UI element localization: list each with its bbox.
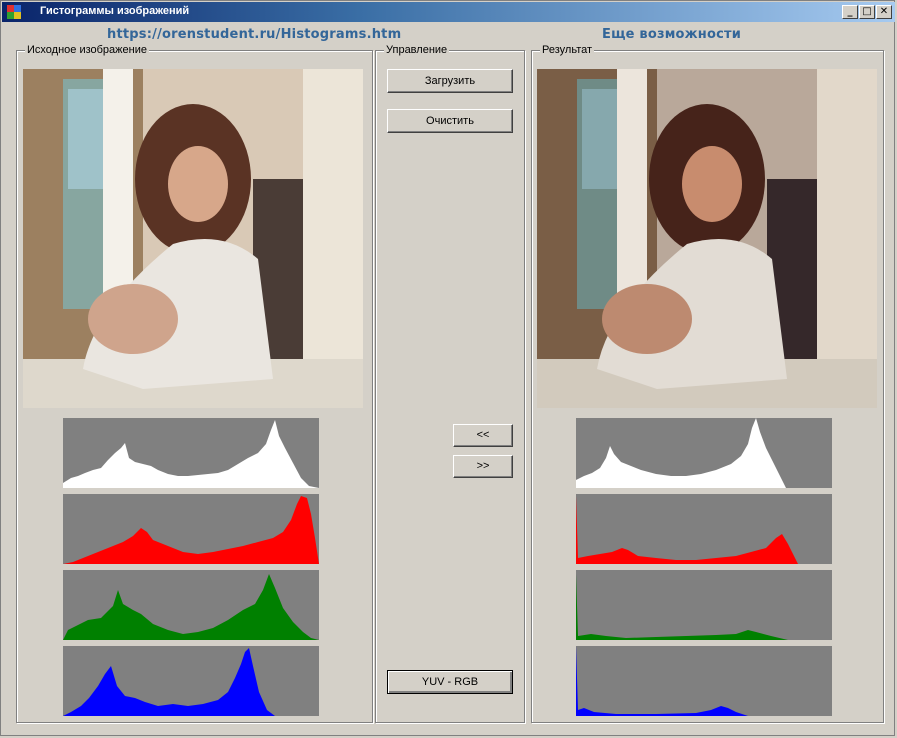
load-button[interactable]: Загрузить — [387, 69, 513, 93]
source-green-histogram — [63, 570, 319, 640]
app-icon — [6, 4, 22, 20]
close-icon: ✕ — [879, 6, 889, 17]
result-group-label: Результат — [540, 44, 595, 56]
forward-button[interactable]: >> — [453, 455, 513, 478]
minimize-icon: _ — [847, 6, 853, 17]
site-link[interactable]: https://orenstudent.ru/Histograms.htm — [107, 27, 401, 42]
source-blue-histogram — [63, 646, 319, 716]
load-button-label: Загрузить — [424, 75, 476, 87]
window-title: Гистограммы изображений — [40, 5, 190, 17]
forward-button-label: >> — [476, 460, 490, 472]
more-features-link[interactable]: Еще возможности — [602, 27, 741, 42]
source-red-histogram — [63, 494, 319, 564]
clear-button[interactable]: Очистить — [387, 109, 513, 133]
close-button[interactable]: ✕ — [876, 5, 892, 19]
source-image — [23, 69, 363, 408]
result-green-histogram — [576, 570, 832, 640]
back-button-label: << — [476, 429, 490, 441]
maximize-button[interactable]: □ — [859, 5, 875, 19]
title-bar[interactable]: Гистограммы изображений _ □ ✕ — [2, 2, 895, 22]
yuv-rgb-button[interactable]: YUV - RGB — [387, 670, 513, 694]
source-luma-histogram — [63, 418, 319, 488]
yuv-rgb-button-label: YUV - RGB — [421, 676, 479, 688]
result-image — [537, 69, 877, 408]
maximize-icon: □ — [862, 6, 872, 17]
clear-button-label: Очистить — [426, 115, 474, 127]
result-red-histogram — [576, 494, 832, 564]
result-blue-histogram — [576, 646, 832, 716]
source-group-label: Исходное изображение — [25, 44, 149, 56]
control-group-label: Управление — [384, 44, 450, 56]
control-group: Управление — [375, 44, 525, 723]
minimize-button[interactable]: _ — [842, 5, 858, 19]
app-window: Гистограммы изображений _ □ ✕ https://or… — [0, 0, 895, 736]
back-button[interactable]: << — [453, 424, 513, 447]
result-luma-histogram — [576, 418, 832, 488]
